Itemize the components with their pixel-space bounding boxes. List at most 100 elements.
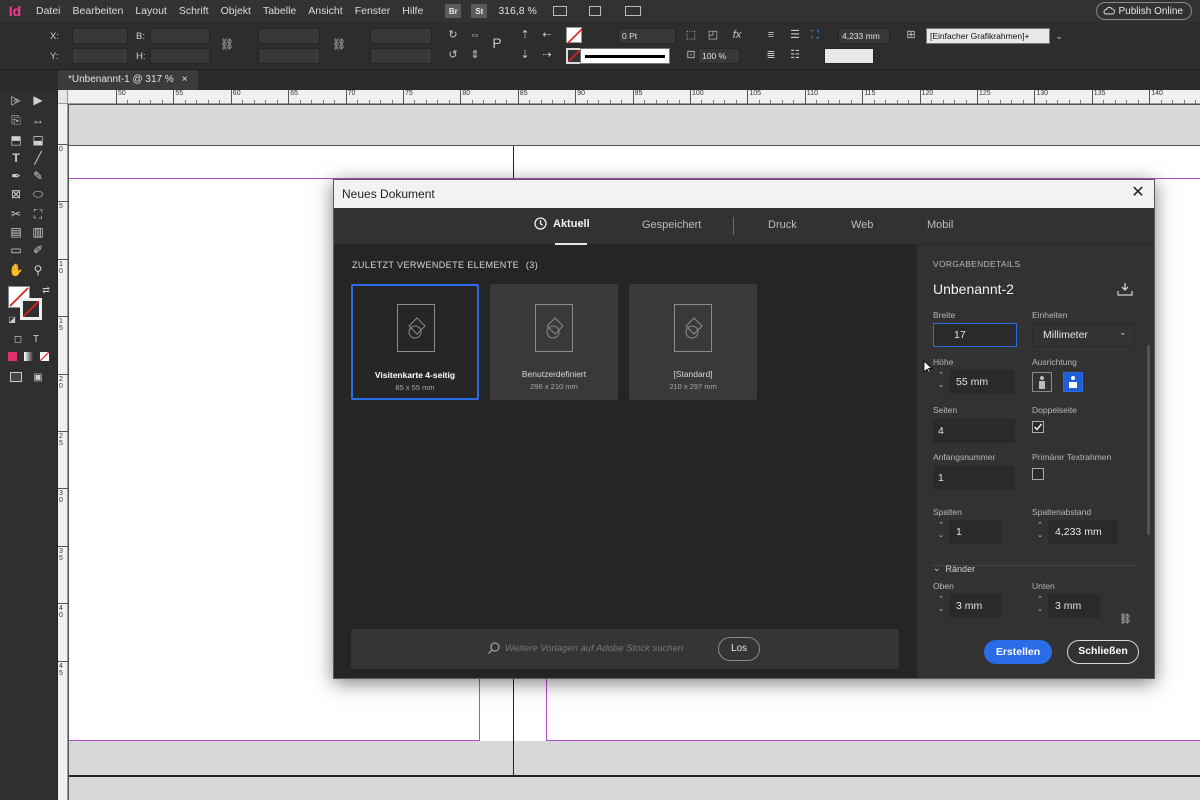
reference-point-p-icon[interactable]: P — [490, 36, 504, 50]
preset-card-standard[interactable]: [Standard] 210 x 297 mm — [629, 284, 757, 400]
pen-tool-icon[interactable]: ✒ — [8, 168, 24, 184]
facing-pages-checkbox[interactable] — [1032, 421, 1044, 433]
apply-none-icon[interactable] — [39, 351, 50, 362]
menu-layout[interactable]: Layout — [129, 0, 173, 22]
stock-button[interactable]: St — [471, 4, 488, 18]
selection-tool-icon[interactable]: ▷ — [8, 92, 24, 108]
pencil-tool-icon[interactable]: ✎ — [30, 168, 46, 184]
preset-card-visitenkarte[interactable]: Visitenkarte 4-seitig 85 x 55 mm — [351, 284, 479, 400]
pages-field[interactable]: 4 — [933, 419, 1015, 443]
vertical-ruler[interactable]: 0 5 1 0 1 5 2 0 2 5 3 0 3 5 4 0 4 5 — [58, 104, 68, 800]
menu-hilfe[interactable]: Hilfe — [396, 0, 429, 22]
select-next-icon[interactable]: ⇢ — [540, 48, 554, 62]
rectangle-frame-tool-icon[interactable]: ⊠ — [8, 186, 24, 202]
margin-bottom-stepper-icon[interactable]: ⌃ ⌄ — [1034, 595, 1046, 617]
ellipse-tool-icon[interactable]: ⬭ — [30, 186, 46, 202]
select-content-icon[interactable]: ⇣ — [518, 48, 532, 62]
arrange-documents-icon[interactable] — [624, 6, 641, 16]
stock-search-go-button[interactable]: Los — [718, 637, 760, 661]
margins-section-toggle[interactable]: ⌄ Ränder — [933, 563, 975, 574]
gradient-swatch-tool-icon[interactable]: ▤ — [8, 224, 24, 240]
formatting-container-icon[interactable]: ◻ — [10, 332, 26, 348]
stroke-type-dropdown[interactable] — [580, 48, 670, 64]
normal-view-icon[interactable] — [10, 372, 22, 382]
scissors-tool-icon[interactable]: ✂ — [8, 206, 24, 222]
tab-mobil[interactable]: Mobil — [927, 219, 953, 231]
width-field[interactable] — [150, 28, 210, 44]
wrap-none-icon[interactable]: ≡ — [764, 28, 778, 42]
close-button[interactable]: Schließen — [1067, 640, 1139, 664]
height-stepper-icon[interactable]: ⌃ ⌄ — [935, 371, 947, 393]
zoom-level[interactable]: 316,8 % — [498, 5, 537, 17]
height-field[interactable] — [150, 48, 210, 64]
content-collector-icon[interactable]: ⬒ — [8, 132, 24, 148]
stroke-weight-field[interactable]: 0 Pt — [618, 28, 676, 44]
document-tab[interactable]: *Unbenannt-1 @ 317 % × — [58, 70, 198, 90]
gutter-stepper-icon[interactable]: ⌃ ⌄ — [1034, 521, 1046, 543]
select-previous-icon[interactable]: ⇠ — [540, 28, 554, 42]
screen-mode-icon[interactable] — [588, 6, 601, 16]
portrait-orientation-button[interactable] — [1032, 372, 1052, 392]
create-button[interactable]: Erstellen — [984, 640, 1052, 664]
scale-y-field[interactable] — [258, 48, 320, 64]
corner-options-icon[interactable]: ◰ — [706, 28, 720, 42]
dialog-close-icon[interactable]: ✕ — [1130, 185, 1146, 201]
object-style-dropdown[interactable]: [Einfacher Grafikrahmen]+ — [926, 28, 1050, 44]
apply-gradient-icon[interactable] — [24, 352, 33, 361]
stroke-color-swatch[interactable] — [20, 298, 42, 320]
columns-field[interactable]: 1 — [949, 520, 1001, 544]
columns-stepper-icon[interactable]: ⌃ ⌄ — [935, 521, 947, 543]
select-container-icon[interactable]: ⇡ — [518, 28, 532, 42]
rotate-field[interactable] — [370, 28, 432, 44]
scale-x-field[interactable] — [258, 28, 320, 44]
ruler-origin[interactable] — [58, 90, 68, 104]
offset-field[interactable]: 4,233 mm — [838, 28, 890, 44]
menu-datei[interactable]: Datei — [30, 0, 67, 22]
menu-objekt[interactable]: Objekt — [215, 0, 257, 22]
opacity-field[interactable]: 100 % — [698, 48, 740, 64]
eyedropper-tool-icon[interactable]: ✐ — [30, 242, 46, 258]
margin-top-field[interactable]: 3 mm — [949, 594, 1001, 618]
landscape-orientation-button[interactable] — [1063, 372, 1083, 392]
shear-field[interactable] — [370, 48, 432, 64]
margin-bottom-field[interactable]: 3 mm — [1048, 594, 1100, 618]
wrap-jump-icon[interactable]: ☰ — [788, 28, 802, 42]
primary-text-frame-checkbox[interactable] — [1032, 468, 1044, 480]
zoom-tool-icon[interactable]: ⚲ — [30, 262, 46, 278]
type-tool-icon[interactable]: T — [8, 150, 24, 166]
offset-icon[interactable]: ⛶ — [808, 28, 822, 42]
width-field[interactable]: 17 — [933, 323, 1017, 347]
stock-search-input[interactable]: Weitere Vorlagen auf Adobe Stock suchen — [505, 643, 683, 654]
wrap-column-icon[interactable]: ☷ — [788, 48, 802, 62]
view-options-icon[interactable] — [552, 6, 567, 16]
effects-fx-icon[interactable]: fx — [730, 28, 744, 42]
swap-fill-stroke-icon[interactable]: ⇄ — [38, 282, 54, 298]
tab-gespeichert[interactable]: Gespeichert — [642, 219, 701, 231]
direct-selection-tool-icon[interactable]: ▶ — [30, 92, 46, 108]
publish-online-button[interactable]: Publish Online — [1095, 2, 1192, 20]
bridge-button[interactable]: Br — [445, 4, 462, 18]
content-fitting-icon[interactable]: ⊡ — [684, 48, 698, 62]
object-style-icon[interactable]: ⊞ — [904, 28, 918, 42]
flip-vertical-icon[interactable]: ⇕ — [468, 48, 482, 62]
menu-tabelle[interactable]: Tabelle — [257, 0, 302, 22]
height-field[interactable]: 55 mm — [949, 370, 1015, 394]
gap-tool-icon[interactable]: ↔ — [30, 112, 46, 128]
link-margins-icon[interactable]: ⛓ — [1119, 614, 1132, 625]
save-preset-icon[interactable] — [1117, 282, 1133, 296]
tab-aktuell[interactable]: Aktuell — [534, 217, 590, 230]
menu-schrift[interactable]: Schrift — [173, 0, 215, 22]
tab-druck[interactable]: Druck — [768, 219, 797, 231]
content-placer-icon[interactable]: ⬓ — [30, 132, 46, 148]
page-tool-icon[interactable]: ⎘ — [8, 112, 24, 128]
free-transform-tool-icon[interactable]: ⛶ — [30, 206, 46, 222]
details-scrollbar[interactable] — [1147, 345, 1150, 535]
apply-color-icon[interactable] — [8, 352, 17, 361]
margin-top-stepper-icon[interactable]: ⌃ ⌄ — [935, 595, 947, 617]
rotate-counterclockwise-icon[interactable]: ↺ — [446, 48, 460, 62]
default-fill-stroke-icon[interactable]: ◪ — [4, 312, 20, 328]
menu-fenster[interactable]: Fenster — [349, 0, 397, 22]
formatting-text-icon[interactable]: T — [28, 332, 44, 348]
hand-tool-icon[interactable]: ✋ — [8, 262, 24, 278]
units-chevron-icon[interactable]: ⌄ — [1119, 327, 1127, 338]
